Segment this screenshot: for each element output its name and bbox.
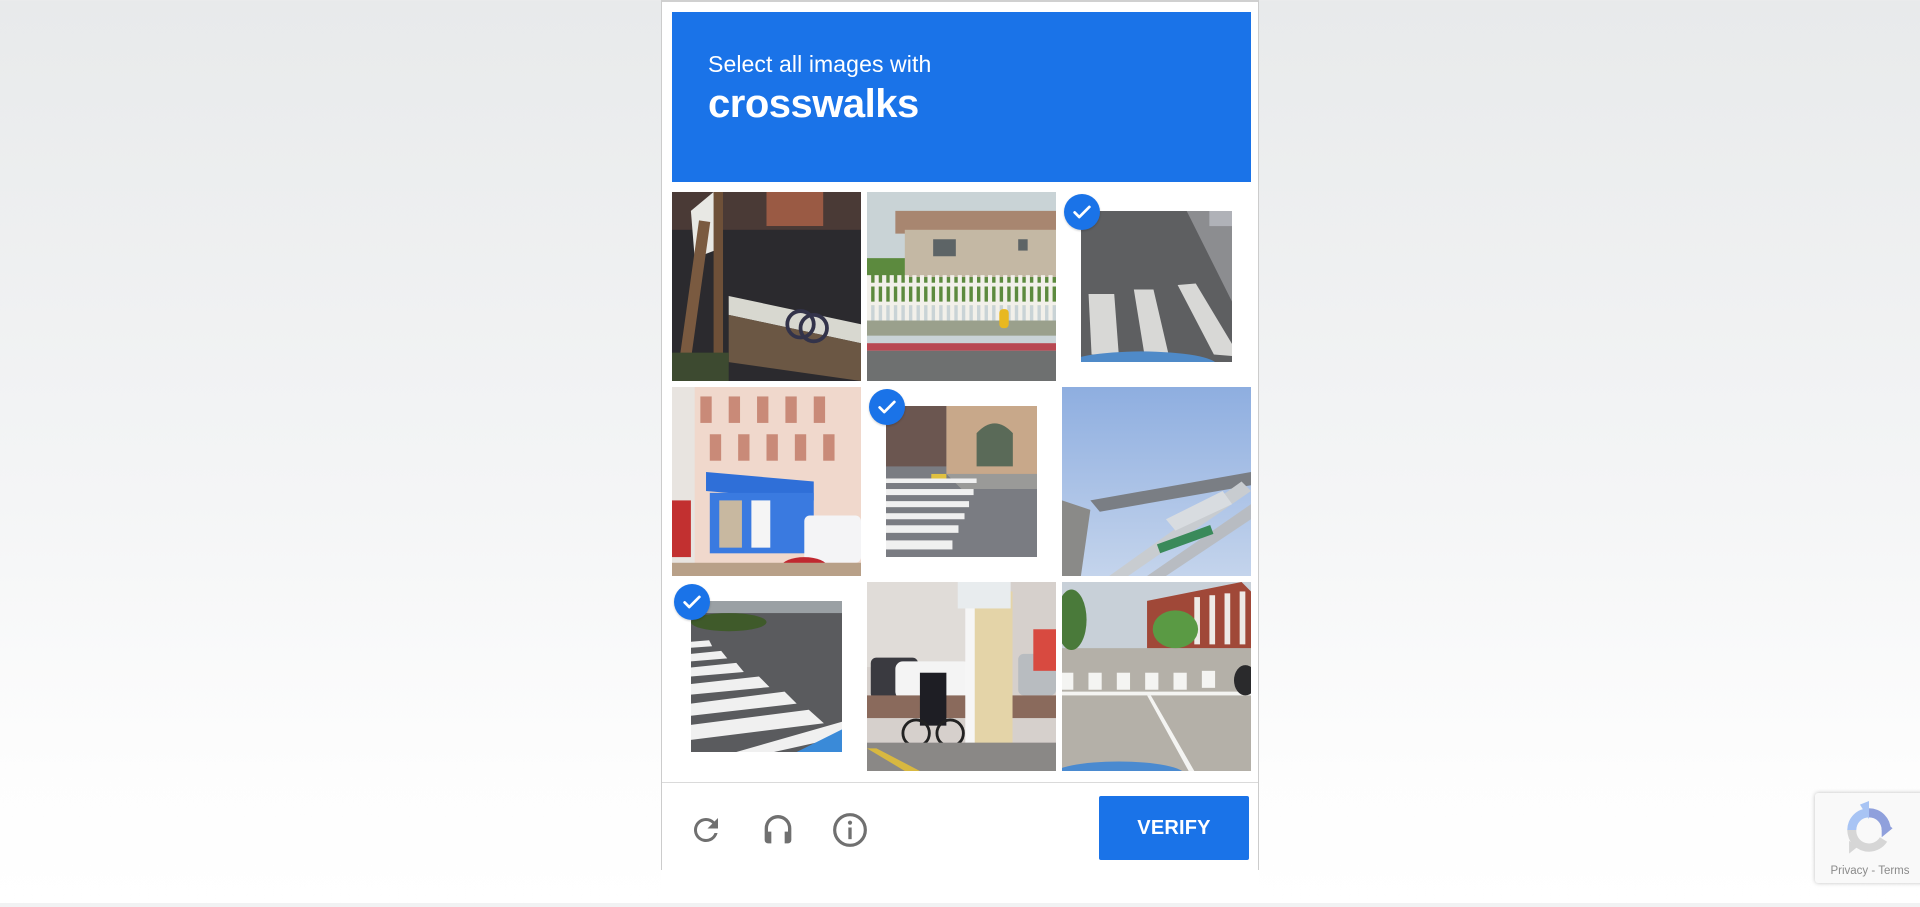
page-bottom-strip [0, 903, 1920, 907]
fence-picket [1048, 275, 1053, 321]
fence-picket [995, 275, 1000, 321]
fence-picket [972, 275, 977, 321]
image-tile-2[interactable] [867, 192, 1056, 381]
fence-picket [897, 275, 902, 321]
challenge-target: crosswalks [708, 82, 919, 126]
footer-divider [662, 782, 1258, 783]
fence-picket [1025, 275, 1030, 321]
recaptcha-badge[interactable]: Privacy - Terms [1815, 793, 1920, 883]
fence-picket [912, 275, 917, 321]
fence-picket [874, 275, 879, 321]
challenge-prompt: Select all images with [708, 51, 932, 77]
fence-picket [957, 275, 962, 321]
recaptcha-logo-icon [1847, 801, 1893, 854]
privacy-link[interactable]: Privacy [1830, 865, 1868, 877]
image-tile-6[interactable] [1062, 387, 1251, 576]
selected-check-icon [1064, 194, 1100, 230]
fence-picket [950, 275, 955, 321]
image-tile-4[interactable] [672, 387, 861, 576]
tile-image-curved-crosswalk [691, 601, 842, 752]
tile-image-shopfront [672, 387, 861, 576]
image-tile-5[interactable] [867, 387, 1056, 576]
fence-picket [1033, 275, 1038, 321]
fence-picket [882, 275, 887, 321]
info-button[interactable] [830, 810, 870, 850]
challenge-header: Select all images with crosswalks [672, 12, 1251, 182]
fence-picket [889, 275, 894, 321]
fence-picket [987, 275, 993, 321]
reload-button[interactable] [686, 810, 726, 850]
audio-challenge-button[interactable] [758, 810, 798, 850]
image-tile-3[interactable] [1062, 192, 1251, 381]
tile-image-metal-structure [1062, 387, 1251, 576]
fence-picket [1018, 275, 1023, 321]
tile-image-road-crosswalk [1081, 211, 1232, 362]
selected-check-icon [869, 389, 905, 425]
info-icon [833, 813, 867, 847]
image-tile-8[interactable] [867, 582, 1056, 771]
image-tile-9[interactable] [1062, 582, 1251, 771]
badge-links: Privacy - Terms [1815, 865, 1920, 877]
selected-check-icon [674, 584, 710, 620]
fence-picket [1010, 275, 1015, 321]
headphones-icon [764, 815, 792, 844]
reload-icon [693, 818, 718, 842]
image-tile-7[interactable] [672, 582, 861, 771]
fence-picket [904, 275, 909, 321]
fence-picket [965, 275, 970, 321]
image-grid [672, 192, 1252, 772]
fence-picket [919, 275, 925, 321]
terms-link[interactable]: Terms [1878, 865, 1909, 877]
tile-image-intersection [1062, 582, 1251, 771]
fence-picket [927, 275, 932, 321]
tile-image-cyclist-pole [867, 582, 1056, 771]
fence-picket [935, 275, 940, 321]
recaptcha-challenge-widget: Select all images with crosswalks VERIFY [661, 0, 1259, 870]
fence-picket [867, 275, 872, 321]
fence-picket [942, 275, 947, 321]
widget-bottom-area [661, 870, 1259, 903]
tile-image-house-fence [867, 192, 1056, 381]
tile-image-crosswalk-building [886, 406, 1037, 557]
tile-image-bridge [672, 192, 861, 381]
fence-picket [980, 275, 985, 321]
fence-picket [1040, 275, 1046, 321]
verify-button[interactable]: VERIFY [1099, 796, 1249, 860]
link-separator: - [1868, 865, 1879, 877]
image-tile-1[interactable] [672, 192, 861, 381]
